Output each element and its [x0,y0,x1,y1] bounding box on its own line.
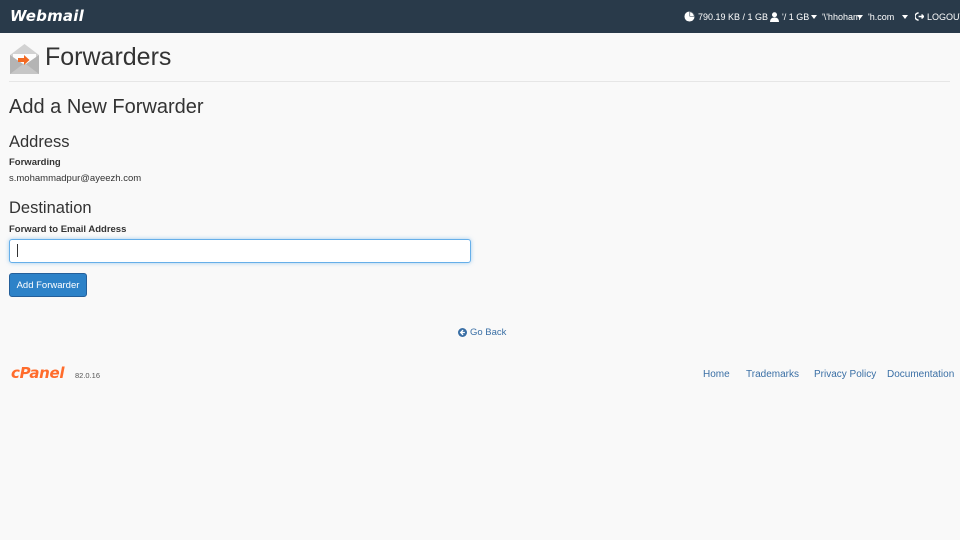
address-heading: Address [9,133,70,151]
logout-label: LOGOUT [927,11,960,22]
forwarding-address: s.mohammadpur@ayeezh.com [9,173,142,184]
footer-link-privacy-policy[interactable]: Privacy Policy [814,369,876,380]
cpanel-logo: cPanel [11,364,65,382]
forward-to-label: Forward to Email Address [9,224,127,235]
user-quota-menu[interactable]: ​'/ 1 GB [770,10,809,23]
forwarders-envelope-icon [10,44,39,74]
arrow-circle-left-icon [458,328,467,337]
webmail-logo[interactable]: Webmail [10,7,84,25]
domain-menu[interactable]: 'h.com [857,10,909,23]
forward-to-email-input[interactable] [9,239,471,263]
forwarding-label: Forwarding [9,157,61,168]
domain-name: 'h.com [868,11,895,22]
page-header: Forwarders [9,41,950,82]
account-name: '\'hhoham [822,11,861,22]
pie-chart-icon [684,11,695,22]
go-back-label: Go Back [470,327,507,338]
footer-link-documentation[interactable]: Documentation [887,369,954,380]
go-back-link[interactable]: Go Back [458,327,506,338]
account-menu[interactable]: '\'hhoham [811,10,860,23]
logout-icon [915,12,924,21]
top-navbar: Webmail 790.19 KB / 1 GB ​'/ 1 GB '\'hho… [0,0,960,33]
destination-heading: Destination [9,199,92,217]
chevron-down-icon [857,14,863,19]
logout-link[interactable]: LOGOUT [915,10,960,23]
text-cursor [17,244,18,257]
cpanel-version: 82.0.16 [75,371,101,380]
user-icon [770,11,779,22]
footer-link-home[interactable]: Home [703,369,730,380]
chevron-down-icon [811,14,817,19]
footer-link-trademarks[interactable]: Trademarks [746,369,799,380]
add-forwarder-button[interactable]: Add Forwarder [9,273,87,297]
form-heading: Add a New Forwarder [9,96,204,118]
disk-usage-text: 790.19 KB / 1 GB [698,11,769,22]
chevron-down-icon [902,14,909,19]
disk-usage-indicator[interactable]: 790.19 KB / 1 GB [684,10,768,23]
page-title: Forwarders [45,43,172,71]
quota-text: ​'/ 1 GB [782,11,810,22]
